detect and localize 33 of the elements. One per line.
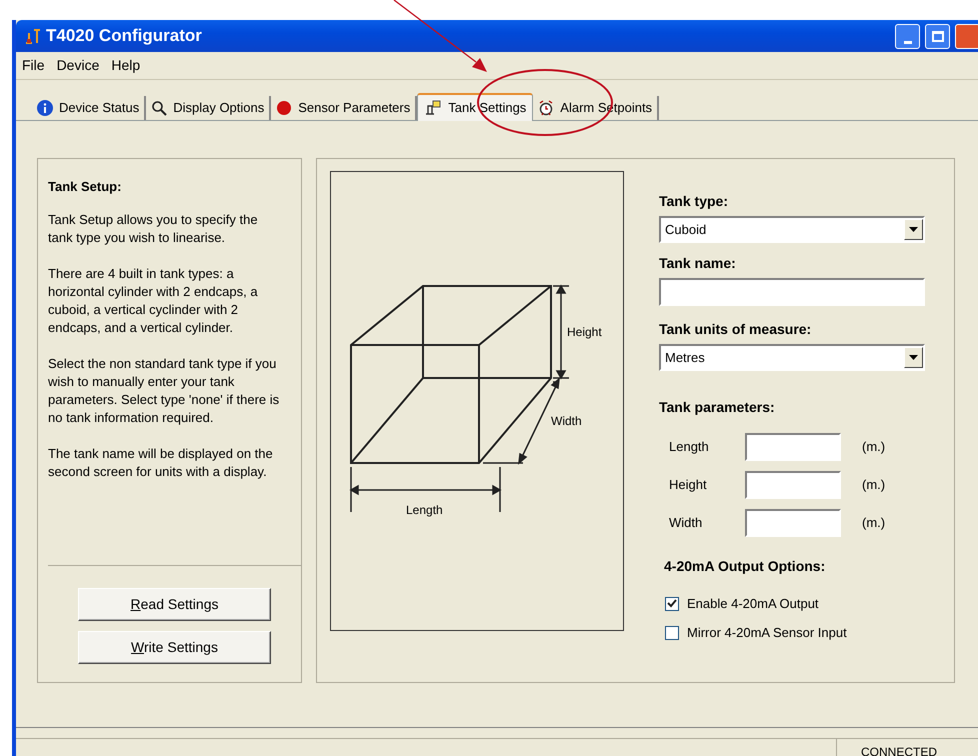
section-title: 4-20mA Output Options: [663, 557, 826, 576]
width-label: Width [551, 414, 582, 428]
help-paragraph: The tank name will be displayed on the second screen for units with a display. [48, 444, 274, 480]
settings-button[interactable]: Write Settings [78, 631, 271, 664]
field-label: Tank units of measure: [659, 320, 812, 339]
help-title: Tank Setup: [48, 178, 122, 196]
unit-label: (m.) [862, 476, 886, 494]
units-dropdown[interactable]: Metres [659, 344, 925, 371]
parameter-label: Length [669, 438, 710, 456]
unit-label: (m.) [862, 438, 886, 456]
help-paragraph: There are 4 built in tank types: a horizontal cylinder with 2 endcaps, a cuboid, a vertical cyclinder with 2 endcaps, and a vertical cylinder. [48, 264, 259, 336]
connection-status: CONNECTED [836, 739, 978, 756]
section-title: Tank parameters: [659, 398, 776, 417]
tank-type-dropdown[interactable]: Cuboid [659, 216, 925, 243]
checkbox-label: Enable 4-20mA Output [687, 594, 819, 613]
checkbox-label: Mirror 4-20mA Sensor Input [687, 624, 847, 642]
parameter-label: Width [669, 514, 704, 532]
tab[interactable]: Tank Settings [417, 93, 534, 121]
help-paragraph: Tank Setup allows you to specify the tank type you wish to linearise. [48, 210, 259, 246]
menu-item[interactable]: File [22, 55, 45, 76]
window-title: T4020 Configurator [46, 25, 202, 48]
length-label: Length [406, 503, 443, 517]
settings-button[interactable]: Read Settings [78, 588, 271, 621]
menu-item[interactable]: Device [56, 55, 100, 76]
help-paragraph: Select the non standard tank type if you wish to manually enter your tank parameters. Select type 'none' if there is no tank information required. [48, 354, 280, 426]
field-label: Tank name: [659, 254, 737, 273]
field-label: Tank type: [659, 192, 729, 211]
dropdown-value: Metres [664, 348, 706, 367]
height-label: Height [567, 325, 602, 339]
unit-label: (m.) [862, 514, 886, 532]
parameter-label: Height [669, 476, 708, 494]
dropdown-value: Cuboid [664, 220, 708, 239]
menu-item[interactable]: Help [111, 55, 140, 76]
